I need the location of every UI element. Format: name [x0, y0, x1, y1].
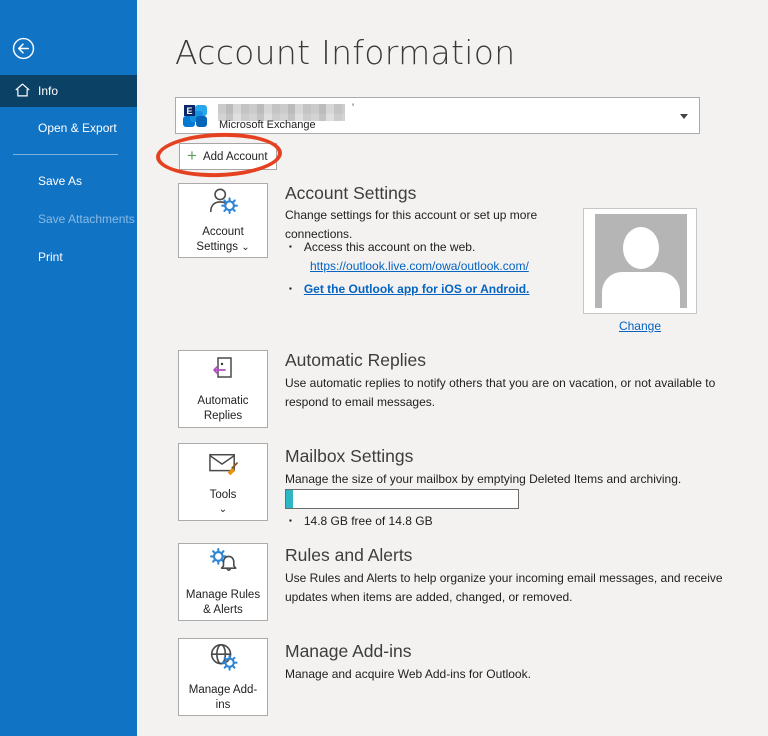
home-icon	[14, 82, 31, 101]
button-label: Manage Rules & Alerts	[185, 588, 261, 616]
profile-photo	[583, 208, 697, 314]
section-heading-account-settings: Account Settings	[285, 183, 417, 203]
button-label: Tools	[209, 489, 237, 502]
change-photo-link-wrap: Change	[583, 319, 697, 333]
section-body-manage-addins: Manage and acquire Web Add-ins for Outlo…	[285, 667, 531, 681]
back-arrow-icon	[12, 37, 35, 64]
bullet-icon: ▪	[289, 516, 292, 525]
bullet-icon: ▪	[289, 242, 292, 251]
section-body-rules-alerts: Use Rules and Alerts to help organize yo…	[285, 571, 723, 604]
add-account-label: Add Account	[202, 150, 268, 163]
section-heading-mailbox-settings: Mailbox Settings	[285, 446, 414, 466]
section-heading-rules-alerts: Rules and Alerts	[285, 545, 413, 565]
page-title: Account Information	[175, 33, 516, 72]
sidebar-item-save-as[interactable]: Save As	[0, 174, 137, 190]
exchange-logo-icon: E	[181, 102, 209, 135]
bullet-item: ▪ Get the Outlook app for iOS or Android.	[289, 282, 529, 296]
sidebar-item-print[interactable]: Print	[0, 250, 137, 266]
sidebar-item-label: Print	[38, 250, 63, 264]
auto-reply-icon	[207, 355, 239, 390]
bullet-item: ▪ Access this account on the web.	[289, 240, 476, 254]
sidebar-item-open-export[interactable]: Open & Export	[0, 121, 137, 137]
section-body-mailbox-settings: Manage the size of your mailbox by empty…	[285, 472, 682, 486]
sidebar-item-info[interactable]: Info	[0, 75, 137, 107]
account-provider-label: Microsoft Exchange	[219, 119, 316, 131]
account-settings-button[interactable]: Account Settings ⌄	[178, 183, 268, 258]
sidebar-item-label: Save As	[38, 174, 83, 188]
sidebar-item-save-attachments: Save Attachments	[0, 212, 137, 228]
redacted-email-suffix: '	[352, 102, 355, 114]
outlook-backstage: Info Open & Export Save As Save Attachme…	[0, 0, 768, 736]
change-photo-link[interactable]: Change	[619, 319, 661, 333]
button-label: Account Settings ⌄	[196, 226, 250, 253]
plus-icon: +	[187, 146, 197, 165]
section-heading-automatic-replies: Automatic Replies	[285, 350, 427, 370]
svg-text:E: E	[186, 106, 192, 116]
globe-gear-icon	[206, 642, 240, 679]
sidebar-item-label: Save Attachments	[38, 212, 135, 226]
button-label: Automatic Replies	[197, 394, 249, 422]
section-body-account-settings: Change settings for this account or set …	[285, 208, 538, 241]
bullet-icon: ▪	[289, 284, 292, 293]
account-selector-dropdown[interactable]: E ' Microsoft Exchange	[175, 97, 700, 134]
sidebar-item-label: Info	[38, 84, 59, 98]
mailbox-tools-button[interactable]: Tools ⌄	[178, 443, 268, 521]
back-button[interactable]	[12, 37, 35, 60]
chevron-down-icon	[680, 114, 688, 119]
section-body-automatic-replies: Use automatic replies to notify others t…	[285, 376, 716, 409]
avatar-placeholder-icon	[595, 214, 687, 308]
owa-url-link[interactable]: https://outlook.live.com/owa/outlook.com…	[310, 259, 529, 273]
add-account-button[interactable]: + Add Account	[179, 143, 277, 170]
backstage-sidebar: Info Open & Export Save As Save Attachme…	[0, 0, 137, 736]
rules-gear-bell-icon	[206, 547, 240, 584]
storage-status: ▪ 14.8 GB free of 14.8 GB	[289, 514, 433, 528]
person-gear-icon	[206, 186, 240, 221]
automatic-replies-button[interactable]: Automatic Replies	[178, 350, 268, 428]
chevron-down-icon: ⌄	[218, 503, 228, 515]
get-outlook-app-link[interactable]: Get the Outlook app for iOS or Android.	[304, 282, 530, 296]
sidebar-divider	[13, 154, 118, 155]
button-label: Manage Add-ins	[188, 683, 258, 711]
section-heading-manage-addins: Manage Add-ins	[285, 641, 412, 661]
manage-rules-alerts-button[interactable]: Manage Rules & Alerts	[178, 543, 268, 621]
manage-addins-button[interactable]: Manage Add-ins	[178, 638, 268, 716]
mailbox-storage-bar	[285, 489, 519, 509]
sidebar-item-label: Open & Export	[38, 121, 117, 135]
mailbox-storage-fill	[286, 490, 293, 508]
mailbox-cleanup-icon	[205, 451, 241, 484]
